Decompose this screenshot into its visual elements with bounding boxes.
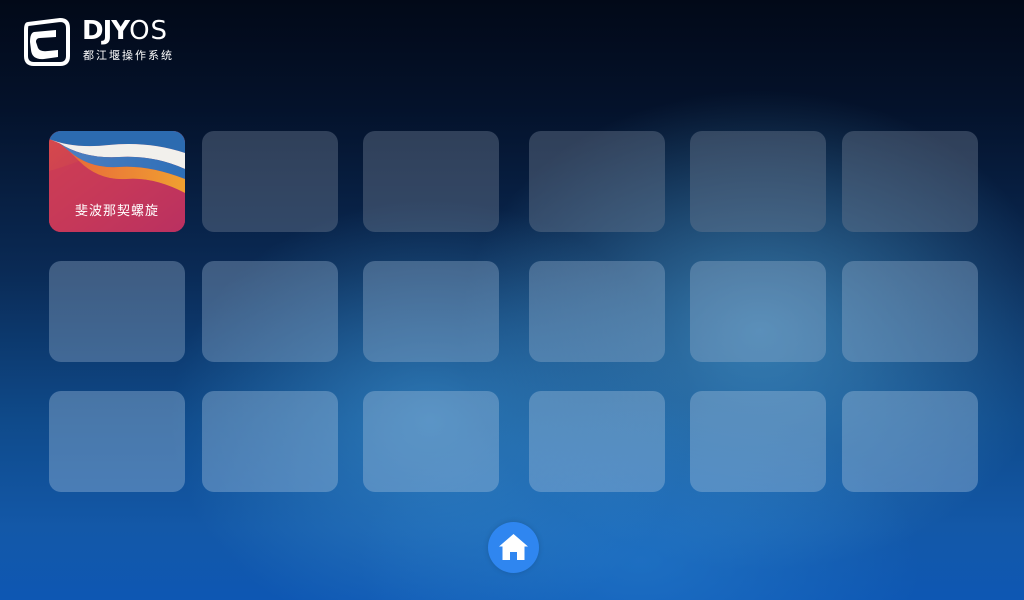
empty-tile[interactable] [202, 131, 338, 232]
empty-tile[interactable] [842, 391, 978, 492]
tile-label: 斐波那契螺旋 [74, 204, 159, 219]
empty-tile[interactable] [363, 391, 499, 492]
app-tile-fibonacci-spiral[interactable]: 斐波那契螺旋 [49, 131, 185, 232]
empty-tile[interactable] [49, 261, 185, 362]
empty-tile[interactable] [202, 261, 338, 362]
empty-tile[interactable] [842, 261, 978, 362]
home-icon [499, 534, 528, 560]
empty-tile[interactable] [690, 131, 826, 232]
empty-tile[interactable] [202, 391, 338, 492]
empty-tile[interactable] [529, 261, 665, 362]
app-grid: 斐波那契螺旋 [0, 0, 1024, 600]
empty-tile[interactable] [529, 131, 665, 232]
empty-tile[interactable] [363, 261, 499, 362]
empty-tile[interactable] [363, 131, 499, 232]
empty-tile[interactable] [842, 131, 978, 232]
empty-tile[interactable] [690, 261, 826, 362]
home-button[interactable] [488, 522, 539, 573]
empty-tile[interactable] [690, 391, 826, 492]
empty-tile[interactable] [529, 391, 665, 492]
empty-tile[interactable] [49, 391, 185, 492]
